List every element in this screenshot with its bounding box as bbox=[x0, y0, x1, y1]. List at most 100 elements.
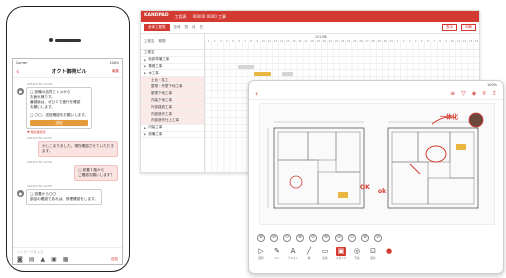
zoom-tool-icon[interactable]: ⊗ bbox=[361, 234, 369, 242]
expand-icon[interactable]: ▶ bbox=[144, 64, 146, 68]
task-bar[interactable] bbox=[237, 65, 255, 69]
zoom-tool-icon[interactable]: ⊙ bbox=[283, 234, 291, 242]
markup-tool[interactable]: ⊡ 保存 bbox=[367, 247, 379, 260]
task-row[interactable]: ▶ 基礎工事 bbox=[141, 64, 204, 71]
expand-icon[interactable]: ▶ bbox=[144, 58, 146, 62]
grid-icon[interactable]: ▦ bbox=[63, 256, 69, 263]
zoom-tool-icon[interactable]: ⊗ bbox=[296, 234, 304, 242]
camera-icon[interactable]: ◙ bbox=[17, 256, 23, 263]
edit-button[interactable]: 編集 bbox=[112, 69, 119, 74]
expand-icon[interactable]: ▶ bbox=[144, 71, 146, 75]
avatar[interactable]: ● bbox=[17, 88, 24, 95]
text-icon[interactable]: ▲ bbox=[41, 256, 46, 263]
image-icon[interactable]: ▣ bbox=[51, 256, 57, 263]
view-day-tab[interactable]: 日 bbox=[200, 25, 204, 30]
tablet-battery: 100% bbox=[486, 82, 497, 87]
avatar[interactable]: ● bbox=[17, 190, 24, 197]
markup-tool[interactable]: ▭ 四角 bbox=[319, 247, 331, 260]
tool-icon: ⊡ bbox=[370, 247, 376, 255]
list-icon[interactable]: ≡ bbox=[450, 90, 455, 97]
floor-plan-canvas[interactable]: 一体化 OK ok bbox=[259, 103, 495, 225]
pin-icon[interactable]: ⌾ bbox=[482, 90, 486, 97]
expand-icon[interactable]: ▶ bbox=[144, 126, 146, 130]
message-bubble[interactable]: □ 設備の品質とトメから お疲れ様です。 廉価版は、ぜひ１で進行を確認 お願いします。… bbox=[26, 87, 93, 129]
markup-tool[interactable]: ╱ 線 bbox=[303, 247, 315, 260]
task-row[interactable]: 外部建具工事 bbox=[141, 104, 204, 112]
message-item: かしこまりました。現在確認させていただきます。 bbox=[17, 141, 118, 157]
task-label: 木工事 bbox=[148, 70, 159, 75]
chat-header: ‹ オクト御苑ビル 編集 bbox=[13, 66, 122, 78]
task-list: 工程名 期間 工程名 ▶ 仮設準備工事 ▶ 基礎工事 ▶ 木工事 土台・柱工 屋根・外壁下地工事… bbox=[141, 34, 205, 172]
message-bubble[interactable]: かしこまりました。現在確認させていただきます。 bbox=[38, 141, 118, 157]
message-item: ● □ 設置から〇〇 部品の確認であれば、修理確認をします。 bbox=[17, 189, 118, 205]
task-row[interactable]: ▶ 仮設準備工事 bbox=[141, 57, 204, 64]
markup-tool[interactable]: A テキスト bbox=[287, 247, 299, 260]
zoom-tool-icon[interactable]: ⊖ bbox=[335, 234, 343, 242]
view-week-tab[interactable]: 週 bbox=[185, 25, 189, 30]
zoom-tool-icon[interactable]: ⊕ bbox=[257, 234, 265, 242]
tool-label: ペン bbox=[274, 257, 280, 260]
task-row[interactable]: 内部造作仕上工事 bbox=[141, 117, 204, 125]
project-title: 00000 0000 工事 bbox=[192, 13, 227, 19]
gantt-row bbox=[205, 50, 479, 57]
markup-tool[interactable]: ◎ 写真 bbox=[351, 247, 363, 260]
markup-toolbar: ▷ 選択 ✎ ペン A テキスト ╱ 線 ▭ 四角 ▣ スタンプ ◎ 写真 ⊡ 保存 ● bbox=[249, 247, 503, 273]
message-input[interactable]: メッセージを入力 bbox=[13, 247, 122, 255]
expand-icon[interactable]: ▶ bbox=[144, 132, 146, 136]
chat-thread[interactable]: 2019/7/30 14:28 ● □ 設備の品質とトメから お疲れ様です。 廉価版は、… bbox=[13, 79, 122, 246]
print-button[interactable]: 印刷 bbox=[461, 23, 476, 32]
task-label: 内装工事 bbox=[148, 125, 163, 130]
tool-icon: ╱ bbox=[306, 247, 312, 255]
task-row[interactable]: 土台・柱工 bbox=[141, 77, 204, 84]
task-bar[interactable] bbox=[281, 71, 293, 76]
message-bubble[interactable]: □ 設置から〇〇 部品の確認であれば、修理確認をします。 bbox=[26, 189, 102, 205]
task-bar[interactable] bbox=[254, 71, 271, 76]
task-row[interactable]: ▶ 設備工事 bbox=[141, 132, 204, 139]
layers-icon[interactable]: ◈ bbox=[472, 90, 477, 97]
markup-tool[interactable]: ● bbox=[383, 247, 395, 256]
task-label: 土台・柱工 bbox=[151, 77, 169, 82]
task-label: 工程名 bbox=[144, 50, 155, 55]
task-row[interactable]: 工程名 bbox=[141, 50, 204, 57]
file-icon[interactable]: ▤ bbox=[29, 256, 35, 263]
send-button[interactable]: 送信 bbox=[111, 257, 118, 262]
display-button[interactable]: 表示 bbox=[442, 23, 457, 32]
tool-icon: A bbox=[290, 247, 296, 255]
tool-label: スタンプ bbox=[335, 257, 347, 260]
zoom-tool-icon[interactable]: ⊕ bbox=[322, 234, 330, 242]
view-all-tab[interactable]: 全体 bbox=[174, 25, 181, 30]
speaker-slot bbox=[55, 39, 81, 42]
share-icon[interactable]: ⇪ bbox=[492, 90, 497, 97]
zoom-tool-icon[interactable]: ⊘ bbox=[374, 234, 382, 242]
zoom-tool-icon[interactable]: ⊙ bbox=[348, 234, 356, 242]
brand-logo: KANDPAD bbox=[144, 13, 169, 19]
message-item: ● □ 設備の品質とトメから お疲れ様です。 廉価版は、ぜひ１で進行を確認 お願いします… bbox=[17, 87, 118, 129]
message-bubble[interactable]: □ 設置１階から ご確認お願いします？ bbox=[74, 165, 118, 181]
message-text: ご確認お願いします？ bbox=[78, 173, 114, 177]
gantt-toolbar: 全体工程表 全体 週 月 日 表示 印刷 bbox=[141, 22, 479, 34]
view-month-tab[interactable]: 月 bbox=[192, 25, 196, 30]
markup-tool[interactable]: ▣ スタンプ bbox=[335, 247, 347, 260]
filter-icon[interactable]: ▽ bbox=[461, 90, 466, 97]
task-row[interactable]: 内装下地工事 bbox=[141, 97, 204, 105]
markup-tool[interactable]: ▷ 選択 bbox=[255, 247, 267, 260]
carrier-label: Carrier bbox=[16, 60, 28, 65]
annotation-label-1[interactable]: 一体化 bbox=[440, 112, 458, 121]
markup-tool[interactable]: ✎ ペン bbox=[271, 247, 283, 260]
task-row[interactable]: 屋根・外壁下地工事 bbox=[141, 83, 204, 91]
back-icon[interactable]: ‹ bbox=[255, 89, 258, 98]
annotation-label-3[interactable]: ok bbox=[378, 188, 386, 195]
zoom-tool-icon[interactable]: ⊖ bbox=[270, 234, 278, 242]
back-icon[interactable]: ‹ bbox=[16, 67, 26, 76]
chat-toolbar: ◙ ▤ ▲ ▣ ▦ 送信 bbox=[13, 255, 122, 264]
task-row[interactable]: 屋根下地工事 bbox=[141, 90, 204, 98]
task-row[interactable]: ▶ 内装工事 bbox=[141, 125, 204, 132]
overall-schedule-button[interactable]: 全体工程表 bbox=[144, 23, 170, 32]
day-label: 14 bbox=[473, 40, 479, 50]
task-row[interactable]: ▶ 木工事 bbox=[141, 70, 204, 78]
reply-button[interactable]: 送信 bbox=[30, 120, 89, 126]
task-row[interactable]: 内部造作工事 bbox=[141, 111, 204, 118]
task-name-header: 工程名 bbox=[144, 39, 155, 43]
zoom-tool-icon[interactable]: ⊘ bbox=[309, 234, 317, 242]
annotation-label-2[interactable]: OK bbox=[360, 184, 370, 191]
